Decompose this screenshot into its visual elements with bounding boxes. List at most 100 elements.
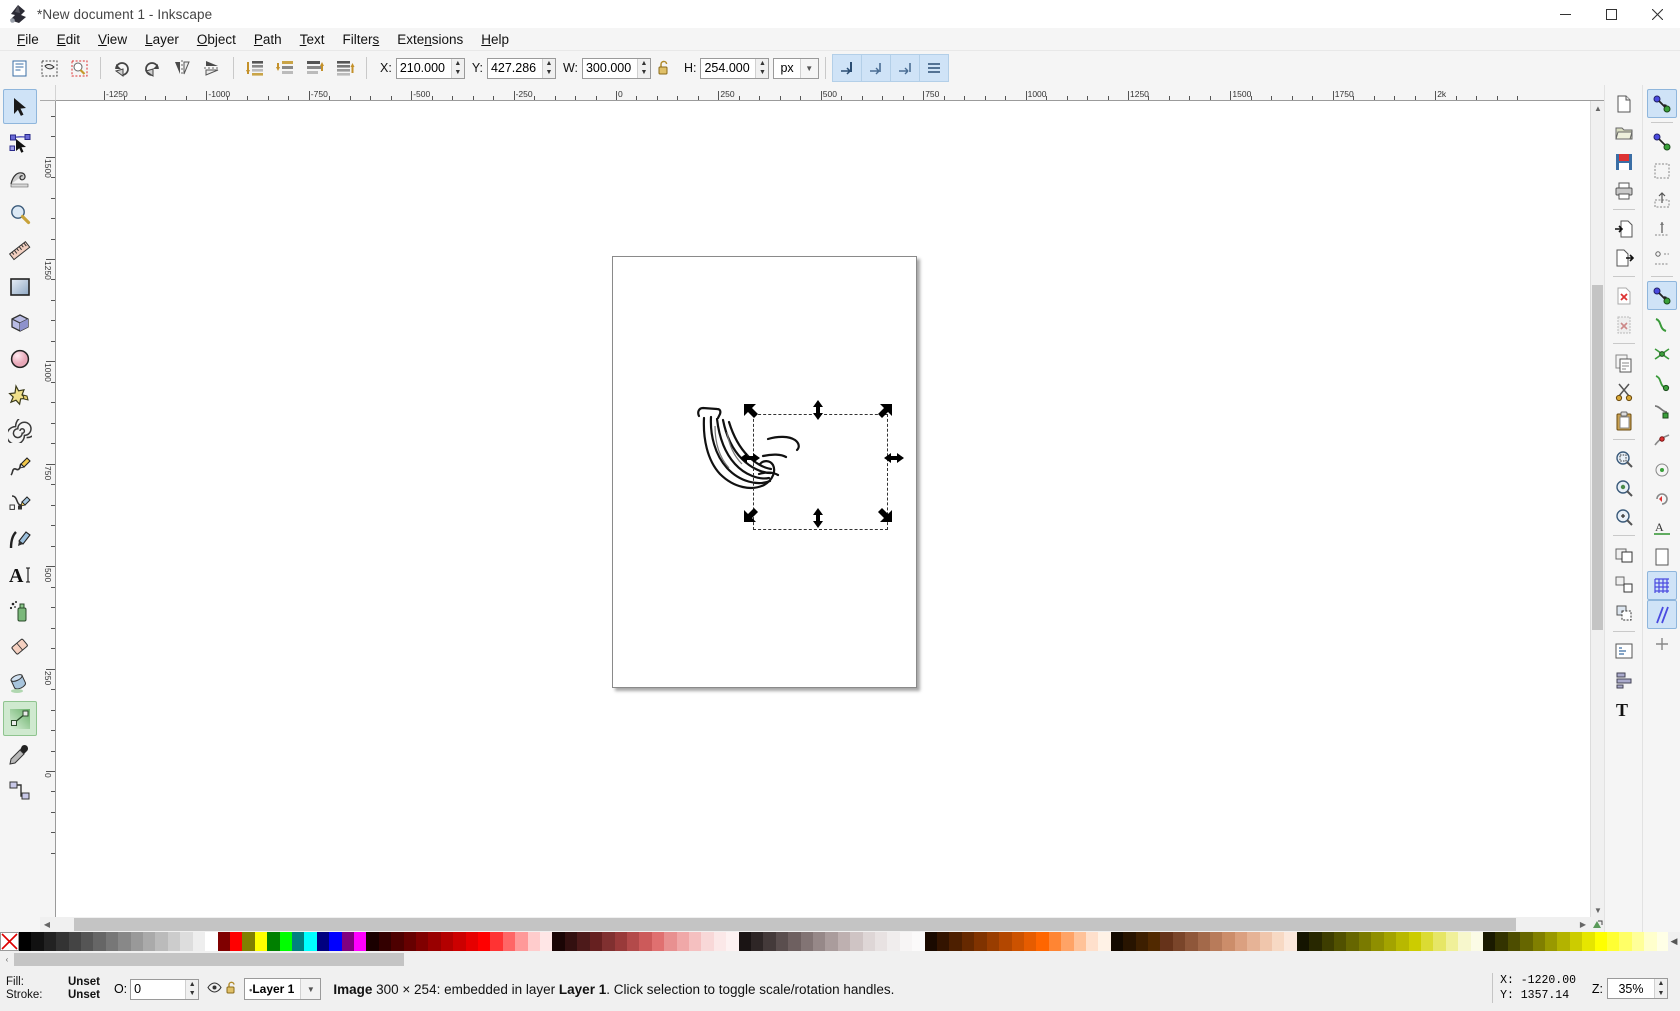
palette-swatch[interactable] (105, 932, 119, 951)
palette-swatch[interactable] (1569, 932, 1583, 951)
snap-grids-toggle[interactable] (1646, 571, 1677, 600)
rotate-90-ccw-icon[interactable] (108, 54, 136, 82)
palette-swatch[interactable] (999, 932, 1012, 951)
selector-tool[interactable] (3, 89, 37, 124)
palette-swatch[interactable] (279, 932, 292, 951)
print-document-button[interactable] (1609, 176, 1639, 205)
palette-swatch[interactable] (192, 932, 206, 951)
palette-swatch[interactable] (341, 932, 354, 951)
palette-swatch[interactable] (1061, 932, 1074, 951)
snap-cusp-nodes-toggle[interactable] (1647, 368, 1677, 397)
palette-scroll-right-icon[interactable]: ◀ (1668, 932, 1680, 951)
palette-swatch[interactable] (1284, 932, 1297, 951)
palette-swatch[interactable] (1197, 932, 1210, 951)
palette-swatch[interactable] (366, 932, 379, 951)
palette-swatch[interactable] (1073, 932, 1086, 951)
palette-swatch[interactable] (825, 932, 838, 951)
ellipse-tool[interactable] (3, 341, 37, 376)
scroll-up-arrow[interactable]: ▲ (1591, 101, 1605, 115)
palette-swatch[interactable] (738, 932, 751, 951)
palette-swatch[interactable] (527, 932, 541, 951)
transform-gradients-toggle[interactable] (889, 54, 920, 82)
palette-swatch[interactable] (701, 932, 714, 951)
maximize-button[interactable] (1588, 0, 1634, 28)
palette-swatch[interactable] (937, 932, 950, 951)
palette-swatch[interactable] (614, 932, 627, 951)
palette-swatch[interactable] (205, 932, 218, 951)
w-field[interactable]: ▲▼ (581, 57, 651, 79)
h-input[interactable] (701, 58, 756, 78)
pencil-tool[interactable] (3, 449, 37, 484)
fill-value[interactable]: Unset (68, 976, 100, 989)
palette-swatch[interactable] (43, 932, 57, 951)
palette-swatch[interactable] (490, 932, 503, 951)
flip-vertical-icon[interactable] (198, 54, 226, 82)
palette-swatch[interactable] (949, 932, 962, 951)
palette-swatch[interactable] (68, 932, 82, 951)
hscroll-track[interactable] (54, 917, 1576, 932)
zoom-stepper[interactable]: ▲ ▼ (1654, 979, 1667, 998)
h-stepper[interactable]: ▲ ▼ (755, 58, 769, 78)
palette-swatch[interactable] (862, 932, 876, 951)
w-input[interactable] (582, 58, 637, 78)
selection-handles[interactable] (656, 396, 916, 636)
palette-scroll-left-arrow[interactable]: ‹ (0, 952, 14, 966)
palette-swatch[interactable] (416, 932, 429, 951)
y-input[interactable] (487, 58, 542, 78)
calligraphy-tool[interactable] (3, 521, 37, 556)
palette-swatch[interactable] (1520, 932, 1533, 951)
deselect-icon[interactable] (65, 54, 93, 82)
paint-bucket-tool[interactable] (3, 665, 37, 700)
unlock-icon[interactable] (225, 981, 238, 998)
palette-swatch[interactable] (453, 932, 466, 951)
palette-swatch[interactable] (515, 932, 528, 951)
menu-view[interactable]: View (89, 30, 136, 49)
tweak-tool[interactable] (3, 161, 37, 196)
palette-swatch[interactable] (1011, 932, 1024, 951)
horizontal-ruler[interactable]: -1250 -1000 -750 -500 -250 0 250 500 750 1000 1250… (56, 85, 1604, 101)
palette-swatch[interactable] (1495, 932, 1508, 951)
palette-swatch[interactable] (465, 932, 479, 951)
menu-filters[interactable]: Filters (333, 30, 388, 49)
palette-swatch[interactable] (304, 932, 317, 951)
select-all-icon[interactable] (5, 54, 33, 82)
enable-snapping-toggle[interactable] (1646, 89, 1677, 118)
vscroll-track[interactable] (1591, 115, 1604, 903)
menu-file[interactable]: File (8, 30, 48, 49)
palette-swatch[interactable] (229, 932, 243, 951)
snap-bbox-edge-midpoints-toggle[interactable] (1647, 214, 1677, 243)
palette-swatch[interactable] (1532, 932, 1545, 951)
palette-swatch[interactable] (1036, 932, 1049, 951)
export-button[interactable] (1609, 243, 1639, 272)
new-document-button[interactable] (1609, 89, 1639, 118)
undo-button[interactable] (1609, 281, 1639, 310)
minimize-button[interactable] (1542, 0, 1588, 28)
lock-open-icon[interactable] (654, 57, 674, 79)
palette-swatch[interactable] (81, 932, 94, 951)
palette-swatch[interactable] (1594, 932, 1607, 951)
vertical-ruler[interactable]: 17501500125010007505002500 (40, 101, 56, 917)
palette-swatch[interactable] (540, 932, 553, 951)
palette-swatch[interactable] (912, 932, 925, 951)
palette-swatch[interactable] (1321, 932, 1335, 951)
clone-button[interactable] (1609, 598, 1639, 627)
x-input[interactable] (396, 58, 451, 78)
menu-extensions[interactable]: Extensions (388, 30, 472, 49)
palette-none-swatch[interactable] (0, 932, 19, 951)
scroll-right-arrow[interactable]: ▶ (1576, 917, 1590, 931)
palette-swatch[interactable] (1396, 932, 1409, 951)
palette-swatch[interactable] (1507, 932, 1521, 951)
palette-swatch[interactable] (1085, 932, 1099, 951)
palette-swatch[interactable] (887, 932, 900, 951)
snap-nodes-toggle[interactable] (1646, 281, 1677, 310)
measure-tool[interactable] (3, 233, 37, 268)
spiral-tool[interactable] (3, 413, 37, 448)
palette-swatch[interactable] (986, 932, 1000, 951)
palette-swatch[interactable] (1135, 932, 1148, 951)
palette-swatch[interactable] (1557, 932, 1570, 951)
snap-midpoints-toggle[interactable] (1647, 426, 1677, 455)
zoom-field[interactable]: ▲▼ (1607, 978, 1668, 999)
palette-swatch[interactable] (837, 932, 851, 951)
palette-swatch[interactable] (602, 932, 615, 951)
palette-swatch[interactable] (1358, 932, 1372, 951)
